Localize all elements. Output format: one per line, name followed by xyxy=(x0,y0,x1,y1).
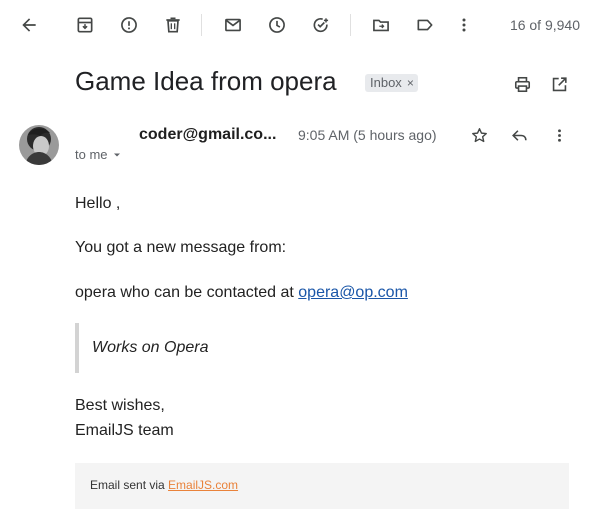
toolbar-divider xyxy=(350,14,351,36)
more-vert-icon xyxy=(462,18,466,32)
star-icon xyxy=(471,127,487,142)
emailjs-link[interactable]: EmailJS.com xyxy=(168,478,238,492)
email-footer: Email sent via EmailJS.com xyxy=(75,463,569,509)
recipient-label: to me xyxy=(75,147,108,162)
open-in-new-icon xyxy=(552,76,567,91)
footer-text: Email sent via EmailJS.com xyxy=(90,478,238,492)
contact-line: opera who can be contacted at opera@op.c… xyxy=(75,284,408,302)
sender-address[interactable]: coder@gmail.co... xyxy=(139,126,276,144)
arrow-back-icon xyxy=(22,18,36,32)
chevron-down-icon xyxy=(113,153,120,156)
move-to-button[interactable] xyxy=(366,10,396,40)
message-more-button[interactable] xyxy=(547,123,571,147)
delete-button[interactable] xyxy=(158,10,188,40)
avatar[interactable] xyxy=(19,125,59,165)
label-name: Inbox xyxy=(370,75,402,90)
print-icon xyxy=(514,76,530,92)
report-spam-button[interactable] xyxy=(114,10,144,40)
timestamp: 9:05 AM (5 hours ago) xyxy=(298,127,437,143)
quoted-message: Works on Opera xyxy=(75,323,375,373)
message-intro-text: You got a new message from: xyxy=(75,239,287,256)
add-to-tasks-button[interactable] xyxy=(306,10,336,40)
toolbar-divider xyxy=(201,14,202,36)
back-button[interactable] xyxy=(14,10,44,40)
signature-line: EmailJS team xyxy=(75,422,174,439)
move-to-folder-icon xyxy=(373,19,389,32)
greeting-text: Hello , xyxy=(75,195,121,212)
contact-email-link[interactable]: opera@op.com xyxy=(298,284,408,301)
footer-prefix: Email sent via xyxy=(90,478,169,492)
add-task-icon xyxy=(313,17,329,33)
clock-icon xyxy=(269,17,285,33)
open-in-new-window-button[interactable] xyxy=(547,72,571,96)
report-icon xyxy=(121,17,137,33)
avatar-photo xyxy=(19,125,59,165)
print-button[interactable] xyxy=(510,72,534,96)
signoff-line: Best wishes, xyxy=(75,397,165,414)
mark-unread-button[interactable] xyxy=(218,10,248,40)
remove-label-button[interactable]: × xyxy=(407,74,414,92)
mail-icon xyxy=(225,18,241,32)
message-counter: 16 of 9,940 xyxy=(509,17,580,33)
snooze-button[interactable] xyxy=(262,10,292,40)
label-icon xyxy=(417,19,433,31)
email-subject: Game Idea from opera xyxy=(75,66,337,96)
inbox-label-chip: Inbox × xyxy=(365,74,418,92)
labels-button[interactable] xyxy=(410,10,440,40)
recipient-details[interactable]: to me xyxy=(75,147,123,162)
star-button[interactable] xyxy=(467,123,491,147)
contact-prefix-text: opera who can be contacted at xyxy=(75,284,299,301)
more-vert-icon xyxy=(557,128,561,142)
trash-icon xyxy=(166,17,180,33)
reply-button[interactable] xyxy=(507,123,531,147)
archive-button[interactable] xyxy=(70,10,100,40)
archive-icon xyxy=(77,17,93,33)
quoted-message-text: Works on Opera xyxy=(92,339,209,356)
toolbar: 16 of 9,940 xyxy=(0,0,605,50)
reply-icon xyxy=(511,129,527,141)
more-options-button[interactable] xyxy=(449,10,479,40)
